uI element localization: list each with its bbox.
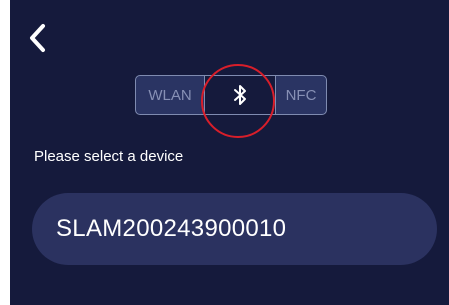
tab-wlan[interactable]: WLAN xyxy=(136,76,204,114)
chevron-left-icon xyxy=(30,24,45,52)
device-name: SLAM200243900010 xyxy=(56,215,287,242)
bluetooth-icon xyxy=(234,85,246,105)
device-list-item[interactable]: SLAM200243900010 xyxy=(32,193,437,265)
device-selection-screen: WLAN NFC Please select a device SLAM2002… xyxy=(10,0,449,305)
select-device-hint: Please select a device xyxy=(34,148,184,165)
tab-nfc[interactable]: NFC xyxy=(276,76,326,114)
tab-nfc-label: NFC xyxy=(285,86,317,104)
back-button[interactable] xyxy=(24,18,52,58)
tab-bluetooth[interactable] xyxy=(204,76,276,114)
tab-wlan-label: WLAN xyxy=(148,86,192,104)
connection-type-selector: WLAN NFC xyxy=(135,75,327,115)
